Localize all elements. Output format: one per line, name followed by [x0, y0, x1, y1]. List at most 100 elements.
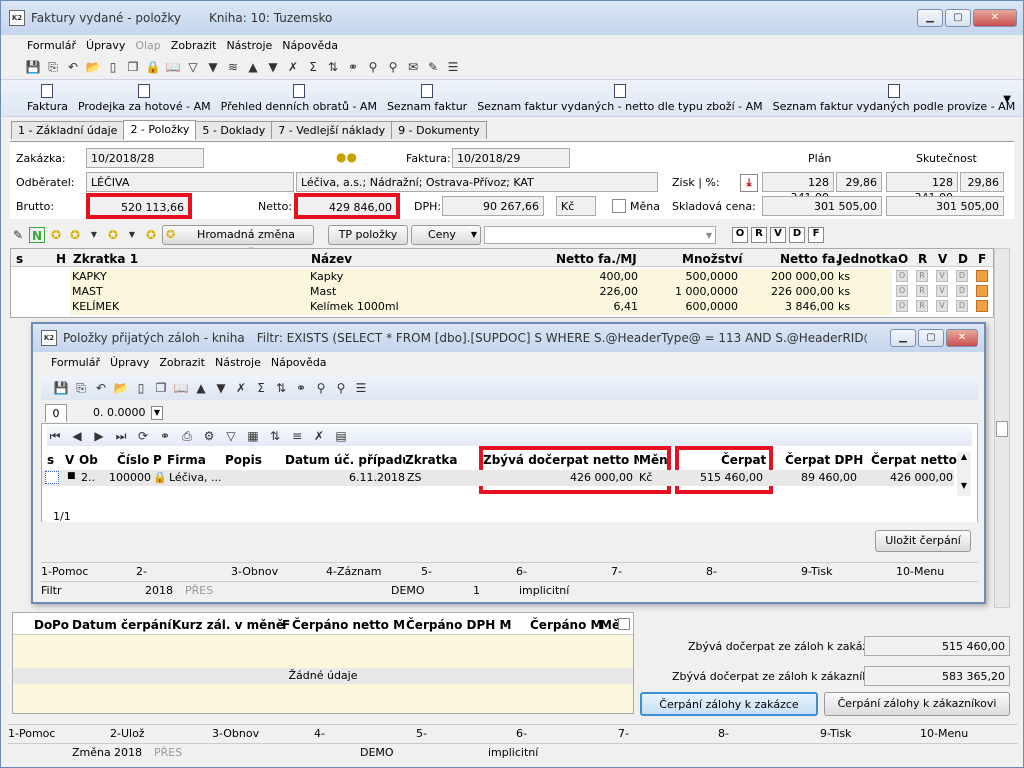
report-prehled[interactable]: Přehled denních obratů - AM	[221, 84, 377, 113]
menu-olap[interactable]: Olap	[135, 39, 160, 52]
report-icon[interactable]: ▤	[333, 428, 349, 444]
reports-more-icon[interactable]: ▼	[1003, 94, 1011, 105]
col-s[interactable]: s	[16, 252, 23, 266]
dialog-menu-formular[interactable]: Formulář	[51, 356, 100, 369]
fkey-6[interactable]: 6-	[516, 725, 618, 742]
undo-icon[interactable]: ↶	[65, 59, 81, 75]
dcol-cislo[interactable]: Číslo	[117, 453, 149, 467]
col-f[interactable]: F	[978, 252, 986, 266]
hromadna-button[interactable]: ✪Hromadná změna položek	[162, 225, 314, 259]
table-row[interactable]: MAST	[72, 284, 308, 299]
book-icon[interactable]: 📖	[173, 380, 189, 396]
dcol-cerpat[interactable]: Čerpat	[721, 453, 766, 467]
minimize-icon[interactable]: ▁	[890, 329, 916, 347]
col-v[interactable]: V	[938, 252, 947, 266]
arrow-down-icon[interactable]: ▼	[265, 59, 281, 75]
main-scrollbar[interactable]	[994, 248, 1010, 608]
save-icon[interactable]: 💾	[25, 59, 41, 75]
fkey-1[interactable]: 1-Pomoc	[8, 725, 110, 742]
find-next-icon[interactable]: ⚲	[365, 59, 381, 75]
close-icon[interactable]: ✕	[973, 9, 1017, 27]
row-selector[interactable]	[45, 471, 59, 484]
filter-off-icon[interactable]: ▼	[205, 59, 221, 75]
dfkey-3[interactable]: 3-Obnov	[231, 563, 326, 580]
bottom-grid-checkbox[interactable]	[618, 618, 630, 630]
dcol-v[interactable]: V	[65, 453, 74, 467]
dcol-datum[interactable]: Datum úč. případu	[285, 453, 405, 467]
dialog-menu-nastroje[interactable]: Nástroje	[215, 356, 261, 369]
scrollbar-thumb[interactable]	[996, 421, 1008, 437]
tab-dokumenty[interactable]: 9 - Dokumenty	[391, 121, 487, 139]
binoculars-icon[interactable]: ⚭	[157, 428, 173, 444]
col-mnozstvi[interactable]: Množství	[682, 252, 743, 266]
bcol-do[interactable]: Do	[34, 618, 52, 632]
bcol-po[interactable]: Po	[52, 618, 69, 632]
sort-icon[interactable]: ⇅	[325, 59, 341, 75]
dcol-zkratka[interactable]: Zkratka	[405, 453, 458, 467]
tab-zakladni[interactable]: 1 - Základní údaje	[11, 121, 125, 139]
fkey-3[interactable]: 3-Obnov	[212, 725, 314, 742]
fkey-9[interactable]: 9-Tisk	[820, 725, 920, 742]
dcol-s[interactable]: s	[47, 453, 54, 467]
dcol-popis[interactable]: Popis	[225, 453, 262, 467]
star-icon[interactable]: ✪	[48, 227, 64, 243]
filter-v-toggle[interactable]: V	[770, 227, 786, 243]
dialog-grid-scrollbar[interactable]: ▲ ▼	[957, 452, 971, 496]
filter-icon[interactable]: ▽	[223, 428, 239, 444]
binoculars-icon[interactable]: ⚭	[293, 380, 309, 396]
report-faktura[interactable]: Faktura	[27, 84, 68, 113]
dialog-menu-zobrazit[interactable]: Zobrazit	[159, 356, 205, 369]
last-icon[interactable]: ⏭	[113, 428, 129, 444]
chevron-down-icon[interactable]: ▼	[957, 481, 971, 490]
dfkey-1[interactable]: 1-Pomoc	[41, 563, 136, 580]
filter-f-toggle[interactable]: F	[808, 227, 824, 243]
ulozit-cerpani-button[interactable]: Uložit čerpání	[875, 530, 971, 552]
lock-icon[interactable]: 🔒	[145, 59, 161, 75]
col-netto-mj[interactable]: Netto fa./MJ	[556, 252, 637, 266]
col-d[interactable]: D	[958, 252, 968, 266]
bcol-f[interactable]: F	[282, 618, 290, 632]
dfkey-5[interactable]: 5-	[421, 563, 516, 580]
fkey-5[interactable]: 5-	[416, 725, 516, 742]
menu-napoveda[interactable]: Nápověda	[282, 39, 338, 52]
dcol-p[interactable]: P	[153, 453, 162, 467]
table-row[interactable]: KAPKY	[72, 269, 308, 284]
excel-icon[interactable]: ✗	[285, 59, 301, 75]
fkey-8[interactable]: 8-	[718, 725, 820, 742]
filter-d-toggle[interactable]: D	[789, 227, 805, 243]
print-icon[interactable]: ⎙	[179, 428, 195, 444]
fkey-7[interactable]: 7-	[618, 725, 718, 742]
close-icon[interactable]: ✕	[946, 329, 978, 347]
dfkey-4[interactable]: 4-Záznam	[326, 563, 421, 580]
dfkey-9[interactable]: 9-Tisk	[801, 563, 896, 580]
col-o[interactable]: O	[898, 252, 908, 266]
dcol-zbyva[interactable]: Zbývá dočerpat netto M	[483, 453, 639, 467]
cerpani-zakazka-button[interactable]: Čerpání zálohy k zakázce	[640, 692, 818, 716]
copy-icon[interactable]: ❐	[153, 380, 169, 396]
menu-zobrazit[interactable]: Zobrazit	[171, 39, 217, 52]
fkey-2[interactable]: 2-Ulož	[110, 725, 212, 742]
edit-item-icon[interactable]: ✎	[10, 227, 26, 243]
faktura-field[interactable]: 10/2018/29	[452, 148, 570, 168]
dfkey-2[interactable]: 2-	[136, 563, 231, 580]
bcol-cerpano-netto[interactable]: Čerpáno netto M	[292, 618, 405, 632]
col-h[interactable]: H	[56, 252, 66, 266]
sum-icon[interactable]: Σ	[253, 380, 269, 396]
menu-nastroje[interactable]: Nástroje	[226, 39, 272, 52]
chevron-down-icon[interactable]: ▼	[151, 406, 163, 420]
find-prev-icon[interactable]: ⚲	[333, 380, 349, 396]
col-zkratka[interactable]: Zkratka 1	[73, 252, 138, 266]
dfkey-10[interactable]: 10-Menu	[896, 563, 976, 580]
menu-upravy[interactable]: Úpravy	[86, 39, 125, 52]
tp-polozky-button[interactable]: TP položky	[328, 225, 408, 245]
save-as-icon[interactable]: ⎘	[45, 59, 61, 75]
report-seznam-provize[interactable]: Seznam faktur vydaných podle provize - A…	[773, 84, 1015, 113]
find-next-icon[interactable]: ⚲	[313, 380, 329, 396]
filter-r-toggle[interactable]: R	[751, 227, 767, 243]
dialog-tab-0[interactable]: 0	[45, 404, 67, 422]
dcol-men[interactable]: Měn	[639, 453, 668, 467]
first-icon[interactable]: ⏮	[47, 428, 63, 444]
cerpani-zakaznik-button[interactable]: Čerpání zálohy k zákazníkovi	[824, 692, 1010, 716]
arrow-down-red-icon[interactable]: ⤓	[740, 174, 758, 192]
ceny-button[interactable]: Ceny ▼	[411, 225, 481, 245]
